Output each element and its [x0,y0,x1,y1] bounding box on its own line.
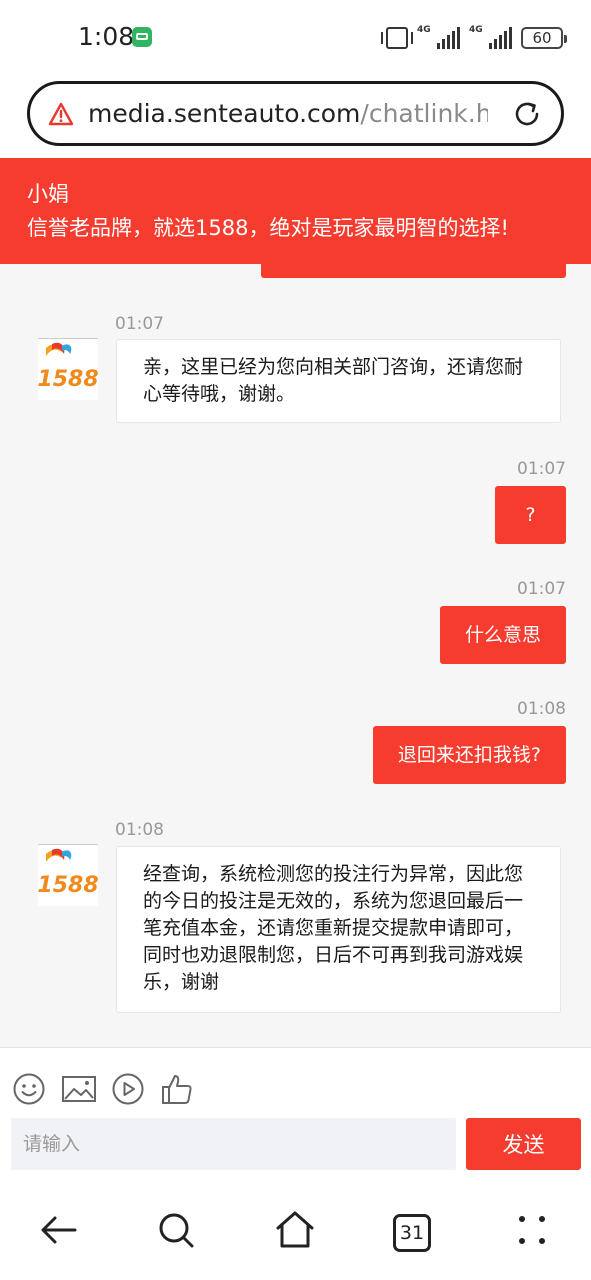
image-icon[interactable] [61,1072,97,1106]
chat-messages[interactable]: 01:07 1588 亲，这里已经为您向相关部门咨询，还请您耐心等待哦，谢谢。 … [0,264,591,1047]
status-bar: 1:08 4G 4G 60 [0,0,591,76]
message-time: 01:07 [517,459,566,479]
status-icons: 4G 4G 60 [381,24,567,52]
incoming-message-bubble: 经查询，系统检测您的投注行为异常，因此您的今日的投注是无效的，系统为您退回最后一… [116,846,561,1013]
green-shopping-bag-icon [132,27,152,47]
message-time: 01:08 [115,820,164,840]
agent-name: 小娟 [27,182,69,206]
incoming-message-bubble: 亲，这里已经为您向相关部门咨询，还请您耐心等待哦，谢谢。 [116,339,561,423]
thumbs-up-icon[interactable] [160,1072,194,1106]
outgoing-message-bubble: 退回来还扣我钱? [372,726,566,784]
send-button[interactable]: 发送 [466,1118,581,1170]
url-text[interactable]: media.senteauto.com/chatlink.htm [88,97,488,131]
message-time: 01:07 [517,579,566,599]
brand-logo-icon: 1588 [38,342,98,392]
more-icon[interactable] [510,1208,554,1252]
signal-icon-2: 4G [469,25,512,49]
agent-avatar: 1588 [38,844,98,906]
outgoing-message-bubble: 什么意思 [439,606,566,664]
agent-slogan: 信誉老品牌，就选1588，绝对是玩家最明智的选择! [27,216,509,240]
clock: 1:08 [78,22,135,51]
message-input[interactable] [11,1118,456,1170]
home-icon[interactable] [273,1208,317,1252]
message-composer: 发送 [0,1047,591,1189]
brand-logo-icon: 1588 [38,848,98,898]
svg-text:1588: 1588 [38,367,98,392]
message-time: 01:08 [517,699,566,719]
search-icon[interactable] [154,1208,198,1252]
reload-icon[interactable] [511,98,543,130]
emoji-icon[interactable] [12,1072,46,1106]
chat-header: 小娟 信誉老品牌，就选1588，绝对是玩家最明智的选择! [0,158,591,264]
vibrate-icon [381,27,413,49]
video-icon[interactable] [111,1072,145,1106]
url-path: /chatlink.htm [360,99,488,128]
back-arrow-icon[interactable] [37,1208,81,1252]
address-bar[interactable]: media.senteauto.com/chatlink.htm [27,81,564,146]
svg-text:1588: 1588 [38,873,98,898]
url-host: media.senteauto.com [88,99,361,128]
browser-bottom-nav: 31 [0,1190,591,1280]
warning-triangle-icon[interactable] [48,102,74,126]
outgoing-message-bubble: ? [495,486,566,544]
network-type-1: 4G [417,25,431,35]
battery-icon: 60 [521,27,567,49]
network-type-2: 4G [469,25,483,35]
agent-avatar: 1588 [38,338,98,400]
signal-icon-1: 4G [417,25,460,49]
tabs-icon[interactable]: 31 [393,1214,431,1252]
previous-message-bubble [261,264,566,278]
message-time: 01:07 [115,314,164,334]
